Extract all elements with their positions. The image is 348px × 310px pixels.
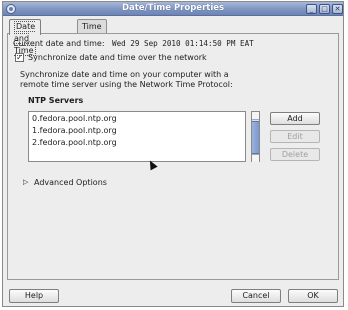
scroll-up-button[interactable] xyxy=(252,112,259,120)
ok-button[interactable]: OK xyxy=(288,289,338,303)
close-icon[interactable]: ✕ xyxy=(332,4,343,14)
expander-arrow-icon[interactable]: ▷ xyxy=(23,178,28,186)
scroll-down-button[interactable] xyxy=(252,154,259,162)
ntp-servers-heading: NTP Servers xyxy=(28,96,84,105)
ntp-list-scrollbar[interactable] xyxy=(251,111,260,162)
tab-time-zone[interactable]: Time Zone xyxy=(77,19,108,43)
title-bar[interactable]: Date/Time Properties _ □ ✕ xyxy=(3,2,343,16)
help-button[interactable]: Help xyxy=(9,289,59,303)
add-server-button[interactable]: Add xyxy=(270,112,320,125)
date-time-panel: Current date and time: Wed 29 Sep 2010 0… xyxy=(7,33,339,280)
current-datetime-value: Wed 29 Sep 2010 01:14:50 PM EAT xyxy=(112,39,254,48)
tab-date-and-time[interactable]: Date and Time xyxy=(9,19,41,56)
maximize-icon[interactable]: □ xyxy=(319,4,330,14)
list-item[interactable]: 1.fedora.pool.ntp.org xyxy=(32,126,117,137)
edit-server-button[interactable]: Edit xyxy=(270,130,320,143)
advanced-options-expander[interactable]: Advanced Options xyxy=(34,178,107,187)
ntp-description-line-1: Synchronize date and time on your comput… xyxy=(20,70,229,79)
list-item[interactable]: 0.fedora.pool.ntp.org xyxy=(32,114,117,125)
list-item[interactable]: 2.fedora.pool.ntp.org xyxy=(32,138,117,149)
cancel-button[interactable]: Cancel xyxy=(231,289,281,303)
date-time-properties-window: Date/Time Properties _ □ ✕ Date and Time… xyxy=(2,1,344,307)
window-title: Date/Time Properties xyxy=(121,3,225,13)
minimize-icon[interactable]: _ xyxy=(306,4,317,14)
scroll-thumb[interactable] xyxy=(252,121,259,154)
ntp-description-line-2: remote time server using the Network Tim… xyxy=(20,80,233,89)
delete-server-button[interactable]: Delete xyxy=(270,148,320,161)
sync-network-label[interactable]: Synchronize date and time over the netwo… xyxy=(28,53,207,62)
ntp-servers-list[interactable]: 0.fedora.pool.ntp.org 1.fedora.pool.ntp.… xyxy=(28,111,246,162)
